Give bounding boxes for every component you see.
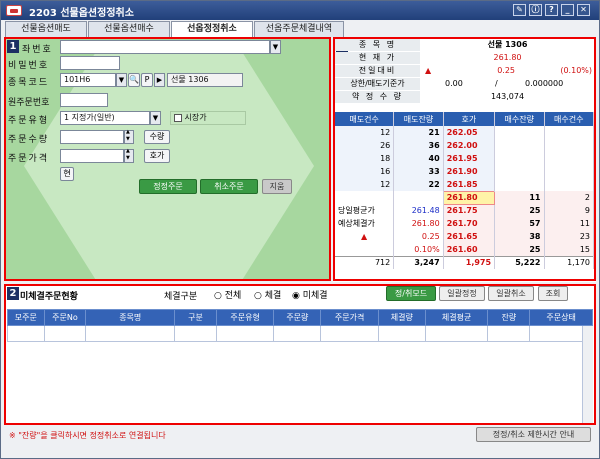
window-title: 2203 선물옵션정정취소 (29, 8, 134, 19)
footer-bar: ※ "잔량"을 클릭하시면 정정취소로 연결됩니다 정정/취소 제한시간 안내 (1, 426, 599, 458)
unfilled-panel-border (4, 284, 596, 425)
app-logo-icon (6, 5, 22, 16)
minimize-icon[interactable]: _ (561, 4, 574, 16)
main-window: 2203 선물옵션정정취소 ✎ ⓘ ? _ ✕ 선물옵션매도 선물옵션매수 선옵… (0, 0, 600, 459)
order-form-border (4, 37, 331, 281)
footer-notice: ※ "잔량"을 클릭하시면 정정취소로 연결됩니다 (9, 431, 166, 440)
help-icon[interactable]: ? (545, 4, 558, 16)
title-bar: 2203 선물옵션정정취소 ✎ ⓘ ? _ ✕ (1, 1, 599, 20)
info-icon[interactable]: ⓘ (529, 4, 542, 16)
tab-futures-sell[interactable]: 선물옵션매도 (5, 21, 87, 37)
quote-panel-border (333, 37, 596, 281)
close-icon[interactable]: ✕ (577, 4, 590, 16)
tab-futures-buy[interactable]: 선물옵션매수 (88, 21, 170, 37)
time-limit-button[interactable]: 정정/취소 제한시간 안내 (476, 427, 591, 442)
tab-order-history[interactable]: 선옵주문체결내역 (254, 21, 344, 37)
pin-icon[interactable]: ✎ (513, 4, 526, 16)
tab-amend-cancel[interactable]: 선옵정정취소 (171, 21, 253, 38)
